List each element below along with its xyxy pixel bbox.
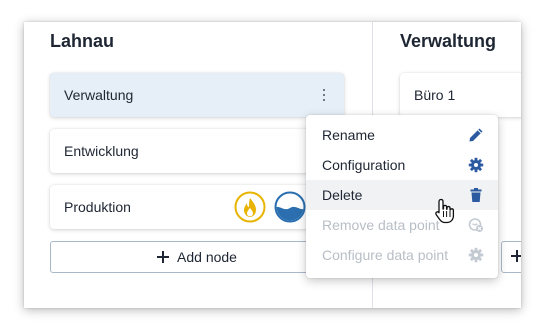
menu-item-label: Rename xyxy=(322,127,375,143)
menu-item-label: Configuration xyxy=(322,157,406,173)
gear-icon xyxy=(468,247,484,263)
menu-item-label: Remove data point xyxy=(322,217,440,233)
pencil-icon xyxy=(468,127,484,143)
column-title-verwaltung: Verwaltung xyxy=(400,31,497,51)
hand-cursor-icon xyxy=(435,198,455,224)
plus-icon xyxy=(157,251,170,263)
gear-icon xyxy=(468,157,484,173)
menu-item-label: Configure data point xyxy=(322,247,449,263)
add-node-button-column-2[interactable] xyxy=(501,241,521,273)
node-buero-1[interactable]: Büro 1 xyxy=(400,73,521,117)
add-node-button[interactable]: Add node xyxy=(50,241,344,273)
node-produktion[interactable]: Produktion xyxy=(50,185,344,229)
menu-item-delete[interactable]: Delete xyxy=(306,180,498,210)
menu-item-configure-data-point[interactable]: Configure data point xyxy=(306,240,498,270)
column-title-lahnau: Lahnau xyxy=(50,31,115,51)
plus-icon xyxy=(511,250,521,262)
menu-item-configuration[interactable]: Configuration xyxy=(306,150,498,180)
water-icon[interactable] xyxy=(274,191,306,223)
remove-datapoint-icon xyxy=(468,217,484,233)
context-menu: Rename Configuration Delete Remove data … xyxy=(306,115,498,278)
menu-item-remove-data-point[interactable]: Remove data point xyxy=(306,210,498,240)
node-entwicklung[interactable]: Entwicklung xyxy=(50,129,344,173)
node-verwaltung[interactable]: Verwaltung xyxy=(50,73,344,117)
flame-icon[interactable] xyxy=(234,191,266,223)
menu-item-label: Delete xyxy=(322,187,363,203)
add-node-label: Add node xyxy=(177,249,237,265)
node-label: Verwaltung xyxy=(64,87,134,103)
trash-icon xyxy=(468,187,484,203)
menu-item-rename[interactable]: Rename xyxy=(306,120,498,150)
node-label: Entwicklung xyxy=(64,143,139,159)
node-label: Produktion xyxy=(64,199,131,215)
node-label: Büro 1 xyxy=(414,87,456,103)
more-options-icon[interactable] xyxy=(319,86,329,104)
